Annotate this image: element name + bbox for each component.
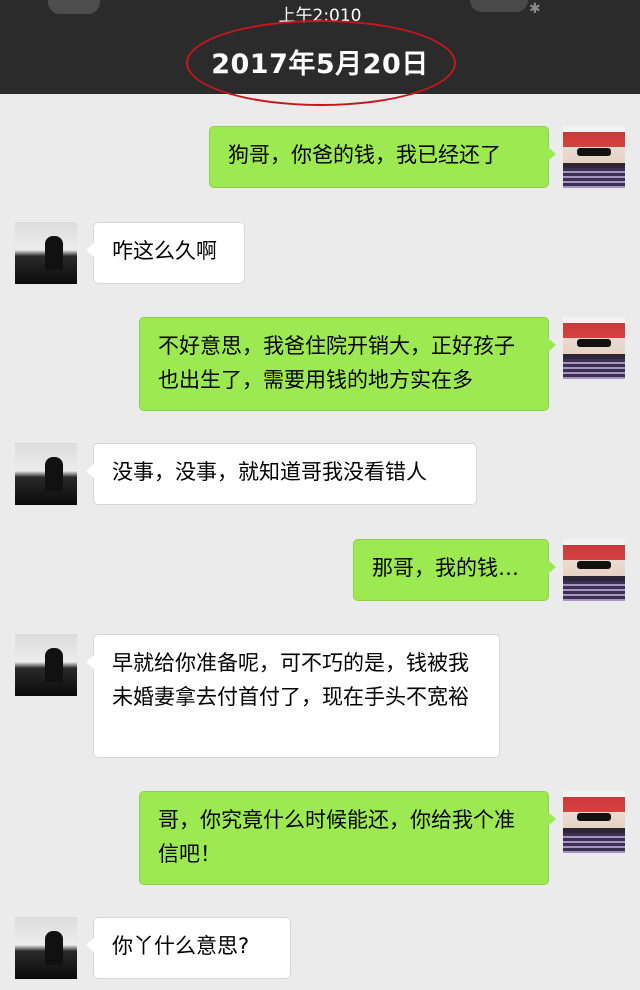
message-bubble[interactable]: 没事，没事，就知道哥我没看错人 [86, 443, 477, 505]
my-avatar[interactable] [563, 539, 625, 601]
message-text: 没事，没事，就知道哥我没看错人 [112, 460, 427, 484]
highlight-circle [186, 20, 456, 106]
message-bubble[interactable]: 哥，你究竟什么时候能还，你给我个准信吧！ [139, 791, 556, 885]
status-bar-blur [470, 0, 528, 12]
my-avatar[interactable] [563, 317, 625, 379]
message-bubble[interactable]: 咋这么久啊 [86, 222, 245, 284]
bluetooth-icon: ✱ [529, 1, 541, 17]
my-avatar[interactable] [563, 126, 625, 188]
friend-avatar[interactable] [15, 443, 77, 505]
message-text: 不好意思，我爸住院开销大，正好孩子也出生了，需要用钱的地方实在多 [158, 334, 515, 392]
message-text: 哥，你究竟什么时候能还，你给我个准信吧！ [158, 808, 515, 866]
friend-avatar[interactable] [15, 222, 77, 284]
message-text: 狗哥，你爸的钱，我已经还了 [228, 143, 501, 167]
my-avatar[interactable] [563, 791, 625, 853]
message-text: 早就给你准备呢，可不巧的是，钱被我未婚妻拿去付首付了，现在手头不宽裕 [112, 651, 469, 709]
message-bubble[interactable]: 那哥，我的钱… [353, 539, 556, 601]
message-bubble[interactable]: 你丫什么意思? [86, 917, 291, 979]
top-bar: 上午2:010 ✱ 2017年5月20日 [0, 0, 640, 106]
message-text: 那哥，我的钱… [372, 556, 519, 580]
friend-avatar[interactable] [15, 917, 77, 979]
friend-avatar[interactable] [15, 634, 77, 696]
message-text: 咋这么久啊 [112, 239, 217, 263]
message-bubble[interactable]: 早就给你准备呢，可不巧的是，钱被我未婚妻拿去付首付了，现在手头不宽裕 [86, 634, 500, 758]
message-text: 你丫什么意思? [112, 934, 250, 958]
message-bubble[interactable]: 不好意思，我爸住院开销大，正好孩子也出生了，需要用钱的地方实在多 [139, 317, 556, 411]
message-bubble[interactable]: 狗哥，你爸的钱，我已经还了 [209, 126, 556, 188]
